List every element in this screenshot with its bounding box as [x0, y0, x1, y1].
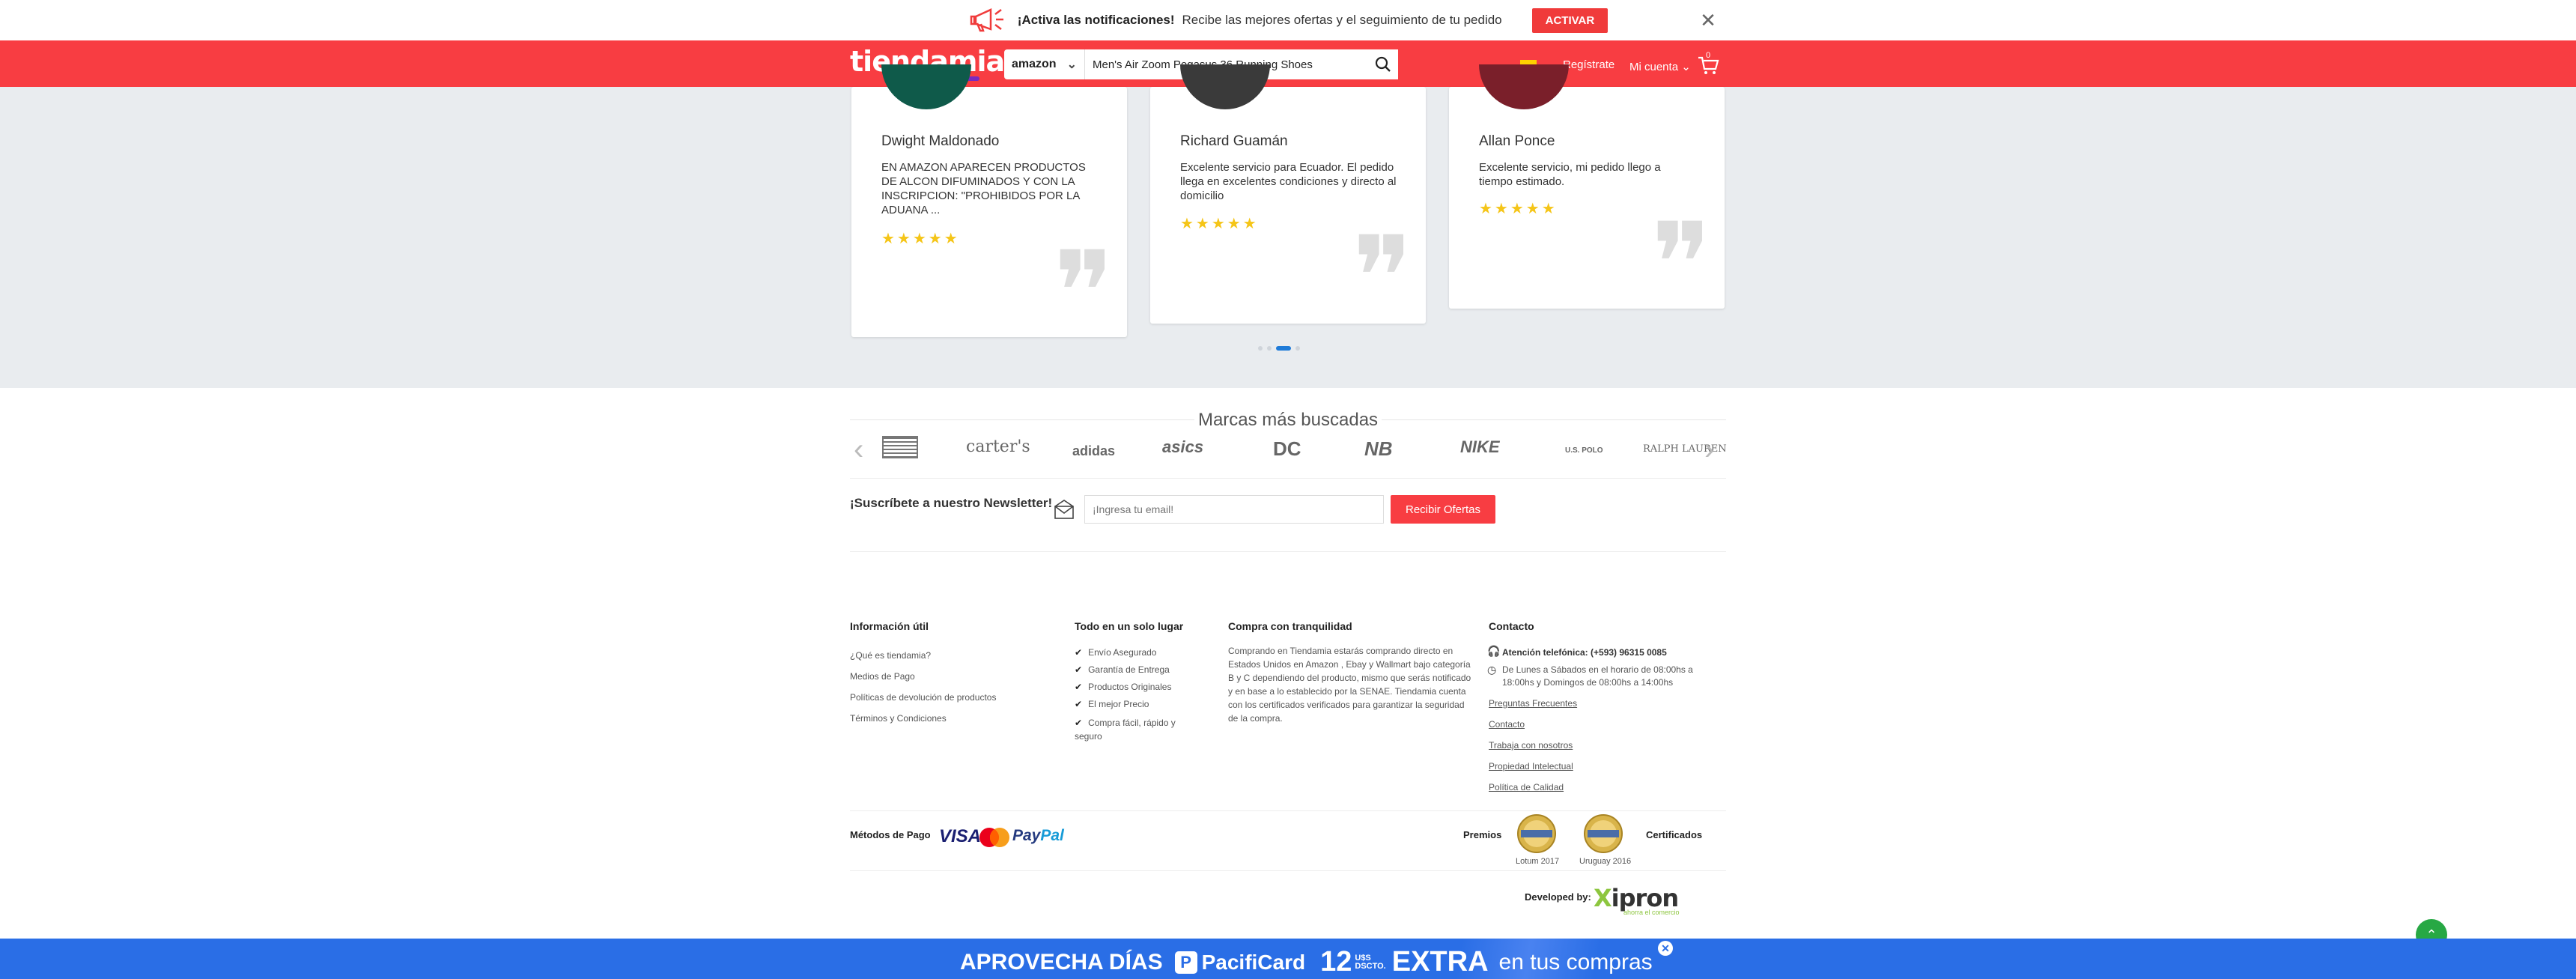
- footer-link-trabaja[interactable]: Trabaja con nosotros: [1489, 740, 1573, 751]
- carousel-dot-active[interactable]: [1276, 346, 1291, 351]
- megaphone-icon: [970, 8, 1003, 32]
- search-button[interactable]: [1368, 49, 1398, 79]
- feature-item: Envío Asegurado: [1075, 647, 1156, 658]
- footer-link-que-es[interactable]: ¿Qué es tiendamia?: [850, 650, 931, 661]
- feature-item: Garantía de Entrega: [1075, 664, 1170, 675]
- carousel-dot[interactable]: [1295, 346, 1300, 351]
- mastercard-icon: [979, 828, 1009, 847]
- carousel-dots: [1258, 346, 1300, 351]
- notification-title: ¡Activa las notificaciones!: [1017, 13, 1175, 27]
- review-text: EN AMAZON APARECEN PRODUCTOS DE ALCON DI…: [881, 161, 1086, 216]
- clock-icon: ◷: [1487, 664, 1497, 676]
- rating-stars: ★★★★★: [1479, 201, 1558, 217]
- register-link[interactable]: Regístrate: [1563, 58, 1614, 71]
- review-text: Excelente servicio, mi pedido llego a ti…: [1479, 161, 1661, 188]
- promo-text: APROVECHA DÍAS P PacifiCard 12 U$S DSCTO. …: [960, 946, 1653, 978]
- quote-icon: ❞: [1651, 199, 1712, 330]
- divider: [850, 870, 1726, 871]
- chevron-down-icon: ⌄: [1066, 58, 1077, 71]
- envelope-icon: [1054, 500, 1074, 519]
- newsletter-label: ¡Suscríbete a nuestro Newsletter!: [850, 496, 1053, 510]
- brand-new-balance[interactable]: NB: [1364, 437, 1393, 461]
- carousel-dot[interactable]: [1258, 346, 1263, 351]
- brand-asics[interactable]: asics: [1162, 437, 1203, 457]
- brand-dc[interactable]: DC: [1273, 437, 1301, 461]
- account-menu[interactable]: Mi cuenta ⌄: [1629, 60, 1691, 73]
- quote-icon: ❞: [1352, 213, 1413, 343]
- newsletter-email-input[interactable]: [1084, 495, 1384, 524]
- certificates-label: Certificados: [1646, 829, 1703, 840]
- chevron-right-icon[interactable]: ›: [1704, 433, 1714, 467]
- reviewer-name: Richard Guamán: [1180, 133, 1288, 149]
- carousel-dot[interactable]: [1267, 346, 1272, 351]
- store-select[interactable]: amazon ⌄: [1004, 49, 1085, 79]
- footer-link-calidad[interactable]: Política de Calidad: [1489, 782, 1564, 792]
- award-label: Uruguay 2016: [1579, 857, 1632, 866]
- footer-link-faq[interactable]: Preguntas Frecuentes: [1489, 698, 1577, 709]
- footer-contact-title: Contacto: [1489, 620, 1534, 632]
- chevron-left-icon[interactable]: ‹: [854, 433, 863, 467]
- review-card: Dwight Maldonado EN AMAZON APARECEN PROD…: [851, 64, 1127, 349]
- paypal-logo: PayPal: [1012, 827, 1064, 844]
- feature-item: El mejor Precio: [1075, 699, 1149, 709]
- brand-logo-box[interactable]: [882, 436, 918, 458]
- account-label: Mi cuenta: [1629, 61, 1679, 73]
- promo-banner[interactable]: APROVECHA DÍAS P PacifiCard 12 U$S DSCTO. …: [0, 939, 2576, 979]
- footer-link-contacto[interactable]: Contacto: [1489, 719, 1525, 730]
- divider: [850, 810, 1726, 811]
- avatar: [1180, 64, 1270, 109]
- footer-compra-text: Comprando en Tiendamia estarás comprando…: [1228, 646, 1471, 724]
- feature-item: Productos Originales: [1075, 682, 1171, 692]
- footer-link-devolucion[interactable]: Políticas de devolución de productos: [850, 692, 996, 703]
- reviewer-name: Dwight Maldonado: [881, 133, 1000, 149]
- close-icon[interactable]: ✕: [1698, 10, 1718, 30]
- headset-icon: 🎧: [1487, 645, 1501, 657]
- review-card: Allan Ponce Excelente servicio, mi pedid…: [1449, 64, 1725, 321]
- divider: [850, 551, 1726, 552]
- activate-notifications-button[interactable]: ACTIVAR: [1531, 7, 1609, 33]
- notification-text: Recibe las mejores ofertas y el seguimie…: [1182, 13, 1502, 27]
- rating-stars: ★★★★★: [1180, 216, 1259, 232]
- cart-count-badge: 0: [1706, 51, 1711, 60]
- avatar: [881, 64, 971, 109]
- award-medal-icon: [1584, 814, 1623, 853]
- brands-title: Marcas más buscadas: [1197, 410, 1379, 430]
- brand-us-polo[interactable]: U.S. POLO: [1565, 446, 1603, 455]
- review-card: Richard Guamán Excelente servicio para E…: [1150, 64, 1426, 334]
- header: tiendamia amazon ⌄ ⌄ Regístrate Mi cuent…: [0, 40, 2576, 87]
- xipron-tagline: ahorra el comercio: [1623, 909, 1680, 916]
- footer-link-medios-pago[interactable]: Medios de Pago: [850, 671, 915, 682]
- footer-link-propiedad[interactable]: Propiedad Intelectual: [1489, 761, 1573, 772]
- search-icon: [1375, 56, 1391, 72]
- award-medal-icon: [1517, 814, 1556, 853]
- developed-by-label: Developed by:: [1525, 891, 1591, 903]
- footer-compra-title: Compra con tranquilidad: [1228, 620, 1352, 632]
- awards-label: Premios: [1463, 829, 1502, 840]
- contact-phone: Atención telefónica: (+593) 96315 0085: [1502, 647, 1667, 658]
- contact-hours: De Lunes a Sábados en el horario de 08:0…: [1502, 664, 1693, 688]
- award-label: Lotum 2017: [1516, 857, 1560, 866]
- footer-todo-title: Todo en un solo lugar: [1075, 620, 1184, 632]
- visa-logo: VISA: [939, 826, 982, 846]
- footer-info-title: Información útil: [850, 620, 929, 632]
- notification-bar: ¡Activa las notificaciones! Recibe las m…: [0, 0, 2576, 40]
- reviewer-name: Allan Ponce: [1479, 133, 1555, 149]
- brand-carters[interactable]: carter's: [966, 437, 1030, 456]
- payment-methods-label: Métodos de Pago: [850, 829, 931, 840]
- brand-adidas[interactable]: adidas: [1072, 443, 1115, 459]
- review-text: Excelente servicio para Ecuador. El pedi…: [1180, 161, 1397, 202]
- store-select-value: amazon: [1012, 58, 1057, 70]
- brand-nike[interactable]: NIKE: [1460, 437, 1500, 457]
- avatar: [1479, 64, 1569, 109]
- footer-link-terminos[interactable]: Términos y Condiciones: [850, 713, 947, 724]
- divider: [850, 478, 1726, 479]
- reviews-section: Dwight Maldonado EN AMAZON APARECEN PROD…: [0, 64, 2576, 388]
- rating-stars: ★★★★★: [881, 231, 960, 247]
- newsletter-submit-button[interactable]: Recibir Ofertas: [1391, 495, 1495, 524]
- close-icon[interactable]: ✕: [1658, 941, 1673, 956]
- quote-icon: ❞: [1054, 228, 1114, 358]
- feature-item: Compra fácil, rápido y seguro: [1075, 716, 1179, 743]
- pacificard-icon: P: [1174, 951, 1197, 974]
